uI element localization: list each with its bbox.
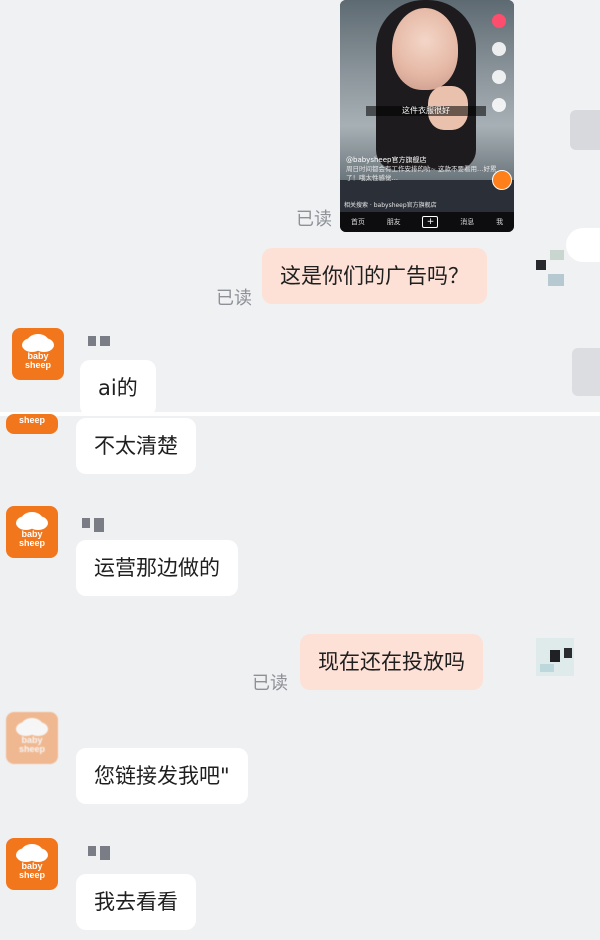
message-bubble-incoming[interactable]: ai的 <box>80 360 156 416</box>
share-icon <box>492 98 506 112</box>
read-status: 已读 <box>252 673 288 694</box>
video-side-icons <box>492 14 510 126</box>
message-bubble-incoming[interactable]: 我去看看 <box>76 874 196 930</box>
message-bubble-incoming[interactable]: 您链接发我吧" <box>76 748 248 804</box>
shop-avatar[interactable]: baby sheep <box>6 506 58 558</box>
shop-avatar: sheep <box>6 414 58 434</box>
sender-name-pixelated <box>88 336 114 346</box>
edge-panel-icon <box>572 348 600 396</box>
like-icon <box>492 14 506 28</box>
image-message[interactable]: 这件衣服很好 @babysheep官方旗舰店 周日时间都会有工作安排的哟~ 这款… <box>340 0 514 232</box>
sender-name-pixelated <box>88 846 114 860</box>
video-tab-bar: 首页 朋友 + 消息 我 <box>340 212 514 232</box>
video-thumbnail <box>340 0 514 180</box>
shop-avatar[interactable]: baby sheep <box>6 712 58 764</box>
read-status: 已读 <box>216 288 252 309</box>
shop-avatar[interactable]: baby sheep <box>6 838 58 890</box>
message-bubble-outgoing[interactable]: 这是你们的广告吗？ <box>262 248 487 304</box>
video-related-search: 相关搜索 · babysheep官方旗舰店 <box>344 202 437 209</box>
edge-icon <box>570 110 600 150</box>
read-status: 已读 <box>296 209 332 230</box>
message-bubble-incoming[interactable]: 不太清楚 <box>76 418 196 474</box>
message-bubble-outgoing[interactable]: 现在还在投放吗 <box>300 634 483 690</box>
message-bubble-incoming[interactable]: 运营那边做的 <box>76 540 238 596</box>
star-icon <box>492 70 506 84</box>
chat-window: 这件衣服很好 @babysheep官方旗舰店 周日时间都会有工作安排的哟~ 这款… <box>0 0 600 940</box>
comment-icon <box>492 42 506 56</box>
sender-name-pixelated <box>82 518 108 532</box>
shop-avatar[interactable]: baby sheep <box>12 328 64 380</box>
video-caption: @babysheep官方旗舰店 周日时间都会有工作安排的哟~ 这款不要看用…好累… <box>346 156 497 182</box>
video-subtitle: 这件衣服很好 <box>366 106 486 116</box>
my-avatar <box>534 636 578 680</box>
my-avatar <box>530 246 574 290</box>
